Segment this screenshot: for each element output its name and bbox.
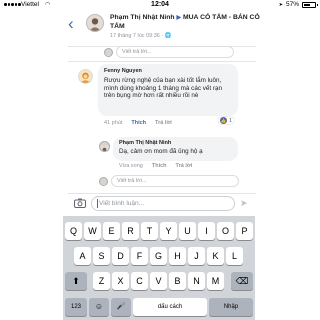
battery-icon (302, 1, 318, 8)
key-b[interactable]: B (169, 272, 186, 290)
key-d[interactable]: D (112, 247, 129, 265)
key-z[interactable]: Z (93, 272, 110, 290)
key-c[interactable]: C (131, 272, 148, 290)
post-title: Phạm Thị Nhật Ninh ▶ MUA CỎ TẤM - BÁN CỎ… (110, 14, 260, 31)
backspace-key[interactable]: ⌫ (231, 272, 253, 290)
post-header: ‹ Phạm Thị Nhật Ninh ▶ MUA CỎ TẤM - BÁN … (0, 11, 320, 46)
reply-input[interactable]: Viết trả lời... (116, 46, 234, 58)
reply-actions: Vừa xong Thích Trả lời (119, 163, 192, 169)
globe-icon: 🌐 (164, 33, 172, 39)
comment-author[interactable]: Fenny Nguyen (104, 68, 232, 74)
reply-placeholder: Viết trả lời... (117, 178, 147, 184)
key-i[interactable]: I (198, 222, 215, 240)
commenter-avatar[interactable] (78, 69, 93, 84)
like-button[interactable]: Thích (131, 120, 146, 126)
key-s[interactable]: S (93, 247, 110, 265)
keyboard-row: ⬆ ⌫ ZXCVBNM (63, 272, 255, 290)
avatar[interactable] (86, 14, 104, 32)
key-p[interactable]: P (236, 222, 253, 240)
comment-composer: Viết bình luận... ➤ (70, 195, 250, 213)
key-t[interactable]: T (141, 222, 158, 240)
comment-input[interactable]: Viết bình luận... (91, 196, 235, 211)
reply-bubble: Phạm Thị Nhật Ninh Dạ, cảm ơn mom đã ủng… (113, 137, 238, 161)
key-l[interactable]: L (226, 247, 243, 265)
reply-button[interactable]: Trả lời (176, 163, 193, 169)
avatar (104, 48, 113, 57)
like-button[interactable]: Thích (152, 163, 167, 169)
keyboard-row: ASDFGHJKL (63, 247, 255, 265)
comment-placeholder: Viết bình luận... (99, 200, 145, 207)
divider (68, 193, 256, 194)
reply-author[interactable]: Phạm Thị Nhật Ninh (119, 140, 232, 146)
timestamp-text: 17 tháng 7 lúc 09:36 · (110, 33, 165, 39)
space-key[interactable]: dấu cách (133, 298, 207, 316)
key-a[interactable]: A (74, 247, 91, 265)
keyboard-row: 123 ☺ 🎤 dấu cách Nhập (63, 298, 255, 316)
reply-time: Vừa xong (119, 163, 143, 169)
microphone-icon[interactable]: 🎤 (111, 298, 131, 316)
key-o[interactable]: O (217, 222, 234, 240)
arrow-icon: ▶ (176, 15, 182, 21)
key-h[interactable]: H (169, 247, 186, 265)
key-v[interactable]: V (150, 272, 167, 290)
key-g[interactable]: G (150, 247, 167, 265)
emoji-icon[interactable]: ☺ (89, 298, 109, 316)
key-k[interactable]: K (207, 247, 224, 265)
chevron-left-icon[interactable]: ‹ (68, 15, 74, 32)
clock: 12:04 (151, 1, 169, 8)
comment-time: 41 phút (104, 120, 123, 126)
thumbs-up-icon: 👍 (220, 117, 227, 124)
avatar (99, 177, 108, 186)
reply-placeholder: Viết trả lời... (122, 49, 152, 55)
key-e[interactable]: E (103, 222, 120, 240)
key-m[interactable]: M (207, 272, 224, 290)
keyboard: QWERTYUIOP ASDFGHJKL ⬆ ⌫ ZXCVBNM 123 ☺ 🎤… (63, 216, 255, 320)
avatar[interactable] (99, 141, 110, 152)
text-caret (97, 199, 98, 208)
battery-percent: 57% (285, 1, 299, 8)
key-y[interactable]: Y (160, 222, 177, 240)
key-q[interactable]: Q (65, 222, 82, 240)
author-name[interactable]: Phạm Thị Nhật Ninh (110, 14, 175, 21)
comment-text: Rượu rừng nghệ của bạn xài tốt lắm luôn,… (104, 77, 222, 99)
location-icon: ➤ (278, 1, 283, 8)
key-f[interactable]: F (131, 247, 148, 265)
post-timestamp: 17 tháng 7 lúc 09:36 · 🌐 (110, 33, 172, 39)
numbers-key[interactable]: 123 (65, 298, 87, 316)
divider (68, 61, 256, 62)
key-j[interactable]: J (188, 247, 205, 265)
key-x[interactable]: X (112, 272, 129, 290)
comment-actions: 41 phút Thích Trả lời (104, 120, 172, 126)
reaction-count: 1 (229, 117, 233, 124)
return-key[interactable]: Nhập (209, 298, 253, 316)
reply-button[interactable]: Trả lời (155, 120, 172, 126)
status-bar: Viettel ◠ 12:04 ➤ 57% (0, 0, 320, 11)
send-icon[interactable]: ➤ (240, 198, 248, 209)
keyboard-row: QWERTYUIOP (63, 222, 255, 240)
camera-icon[interactable] (74, 198, 86, 208)
shift-key[interactable]: ⬆ (65, 272, 87, 290)
reply-input[interactable]: Viết trả lời... (111, 175, 239, 187)
reaction-badge[interactable]: 👍 1 (218, 117, 235, 124)
comment-bubble: Fenny Nguyen Rượu rừng nghệ của bạn xài … (98, 64, 238, 116)
reply-text: Dạ, cảm ơn mom đã ủng hộ ạ (119, 148, 203, 155)
key-u[interactable]: U (179, 222, 196, 240)
key-r[interactable]: R (122, 222, 139, 240)
key-w[interactable]: W (84, 222, 101, 240)
key-n[interactable]: N (188, 272, 205, 290)
